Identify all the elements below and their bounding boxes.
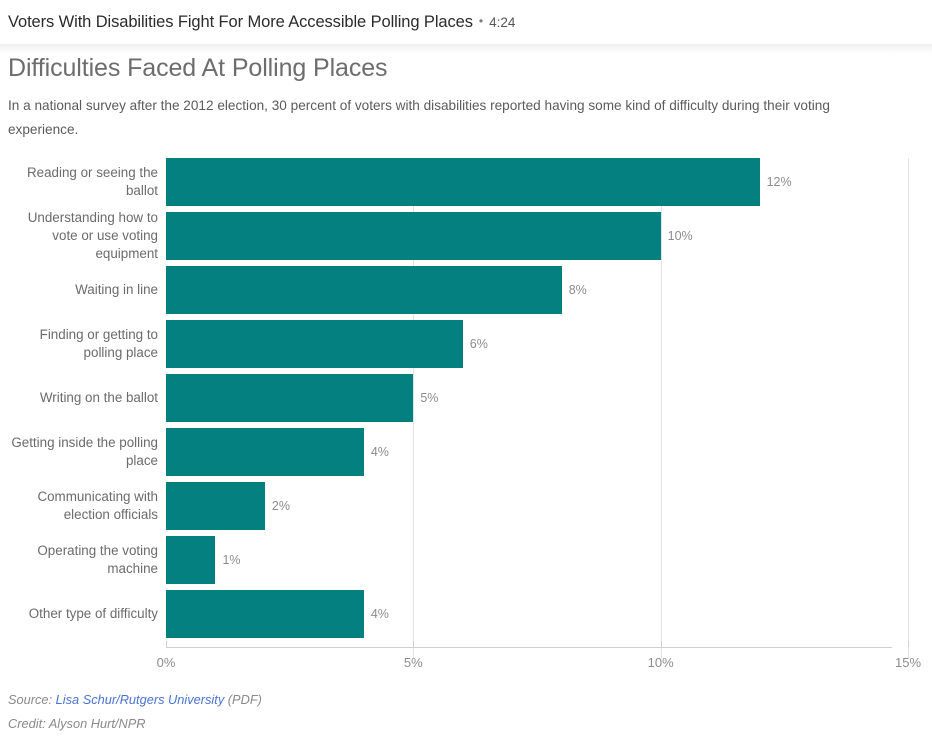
chart-container: Difficulties Faced At Polling Places In … [0, 44, 932, 670]
bar-row: Getting inside the polling place 4% [8, 428, 924, 476]
chart-footer: Source: Lisa Schur/Rutgers University (P… [8, 688, 262, 736]
source-prefix: Source: [8, 692, 53, 707]
page-title: Difficulties Faced At Polling Places [8, 54, 388, 82]
bar-row: Communicating with election officials 2% [8, 482, 924, 530]
bar[interactable] [166, 428, 364, 476]
source-suffix: (PDF) [227, 692, 262, 707]
bar-row: Operating the voting machine 1% [8, 536, 924, 584]
bar-value-label: 1% [222, 553, 241, 567]
bar-value-label: 10% [667, 229, 693, 243]
bar[interactable] [166, 482, 265, 530]
bar-value-label: 4% [370, 607, 389, 621]
bar-track: 10% [166, 212, 924, 260]
chart-subtitle: In a national survey after the 2012 elec… [8, 98, 830, 137]
bar-category-label: Writing on the ballot [39, 390, 158, 405]
bar-category-label: Communicating with election officials [37, 489, 158, 522]
bar-chart-plot-area: Reading or seeing the ballot 12% Understan… [8, 158, 924, 670]
bar-category-label: Getting inside the polling place [11, 435, 158, 468]
bar[interactable] [166, 320, 463, 368]
bar[interactable] [166, 590, 364, 638]
tick-mark [166, 641, 167, 647]
bar[interactable] [166, 158, 760, 206]
tick-label: 5% [403, 655, 423, 670]
tick-label: 10% [647, 655, 674, 670]
bar-track: 6% [166, 320, 924, 368]
bar[interactable] [166, 212, 661, 260]
tick-mark [908, 641, 909, 647]
player-duration: 4:24 [489, 14, 516, 30]
bar-track: 12% [166, 158, 924, 206]
bar-value-label: 5% [420, 391, 439, 405]
bar-category-label: Understanding how to vote or use voting … [27, 210, 158, 261]
bar-value-label: 8% [568, 283, 587, 297]
bar-category-label: Reading or seeing the ballot [26, 165, 158, 198]
player-separator-dot: • [478, 14, 484, 28]
bar-category-label: Other type of difficulty [28, 606, 158, 621]
bar-category-label: Operating the voting machine [37, 543, 158, 576]
player-title: Voters With Disabilities Fight For More … [8, 12, 473, 31]
bar-track: 8% [166, 266, 924, 314]
bar[interactable] [166, 374, 414, 422]
tick-label: 0% [156, 655, 176, 670]
bar-category-label: Finding or getting to polling place [39, 327, 158, 360]
bar-track: 1% [166, 536, 924, 584]
tick-label: 15% [894, 655, 922, 670]
tick-mark [413, 641, 415, 647]
bar-row: Finding or getting to polling place 6% [8, 320, 924, 368]
audio-player-header: Voters With Disabilities Fight For More … [0, 0, 932, 44]
bar-value-label: 2% [271, 499, 290, 513]
bar-value-label: 6% [469, 337, 488, 351]
bar-row: Understanding how to vote or use voting … [8, 210, 924, 261]
bar-track: 2% [166, 482, 924, 530]
bar-track: 4% [166, 590, 924, 638]
x-axis-ticks: 0% 5% 10% 15% [8, 641, 924, 677]
credit-line: Credit: Alyson Hurt/NPR [8, 716, 146, 731]
bar-row: Reading or seeing the ballot 12% [8, 158, 924, 206]
bar-track: 5% [166, 374, 924, 422]
source-link[interactable]: Lisa Schur/Rutgers University [56, 692, 225, 707]
bar-row: Waiting in line 8% [8, 266, 924, 314]
bar-value-label: 12% [766, 175, 792, 189]
bar-row: Other type of difficulty 4% [8, 590, 924, 638]
bar-value-label: 4% [370, 445, 389, 459]
bar-track: 4% [166, 428, 924, 476]
tick-mark [660, 641, 662, 647]
bar[interactable] [166, 536, 216, 584]
bar[interactable] [166, 266, 562, 314]
bar-rows: Reading or seeing the ballot 12% Understan… [8, 158, 924, 644]
bar-category-label: Waiting in line [75, 282, 158, 297]
bar-row: Writing on the ballot 5% [8, 374, 924, 422]
source-line: Source: Lisa Schur/Rutgers University (P… [8, 688, 262, 712]
